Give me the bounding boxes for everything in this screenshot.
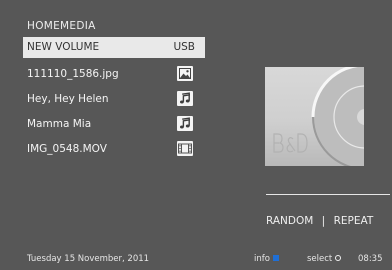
mode-separator: | [321, 215, 326, 227]
list-item-file[interactable]: 111110_1586.jpg [23, 62, 205, 87]
playback-modes: RANDOM | REPEAT [266, 215, 373, 227]
file-name: Hey, Hey Helen [27, 93, 109, 105]
blue-square-icon [272, 255, 279, 261]
repeat-toggle[interactable]: REPEAT [334, 215, 374, 227]
album-cover [265, 67, 364, 166]
list-item-file[interactable]: Hey, Hey Helen [23, 87, 205, 112]
select-ring-icon [335, 255, 342, 261]
playback-divider [266, 194, 390, 195]
info-label: info [254, 254, 270, 264]
file-name: IMG_0548.MOV [27, 143, 107, 155]
file-name: Mamma Mia [27, 118, 92, 130]
list-item-volume[interactable]: NEW VOLUME USB [23, 37, 205, 58]
page-title: HOMEMEDIA [27, 20, 96, 32]
film-icon [177, 141, 193, 156]
media-browser-screen: HOMEMEDIA NEW VOLUME USB 111110_1586.jpg… [0, 0, 392, 270]
list-item-file[interactable]: Mamma Mia [23, 112, 205, 137]
date-label: Tuesday 15 November, 2011 [27, 254, 150, 264]
volume-label: NEW VOLUME [27, 41, 100, 53]
info-hint: info [254, 254, 279, 264]
file-name: 111110_1586.jpg [27, 68, 119, 80]
music-note-icon [177, 116, 193, 131]
clock: 08:35 [358, 254, 383, 264]
cd-disc-icon [273, 67, 364, 166]
image-icon [177, 66, 193, 81]
bang-olufsen-logo [273, 133, 308, 153]
list-item-file[interactable]: IMG_0548.MOV [23, 137, 205, 162]
volume-source-label: USB [173, 41, 195, 53]
select-label: select [307, 254, 333, 264]
status-bar: Tuesday 15 November, 2011 info select 08… [0, 251, 392, 270]
music-note-icon [177, 91, 193, 106]
media-list: NEW VOLUME USB 111110_1586.jpg Hey, Hey … [23, 37, 205, 162]
select-hint: select [307, 254, 342, 264]
random-toggle[interactable]: RANDOM [266, 215, 313, 227]
